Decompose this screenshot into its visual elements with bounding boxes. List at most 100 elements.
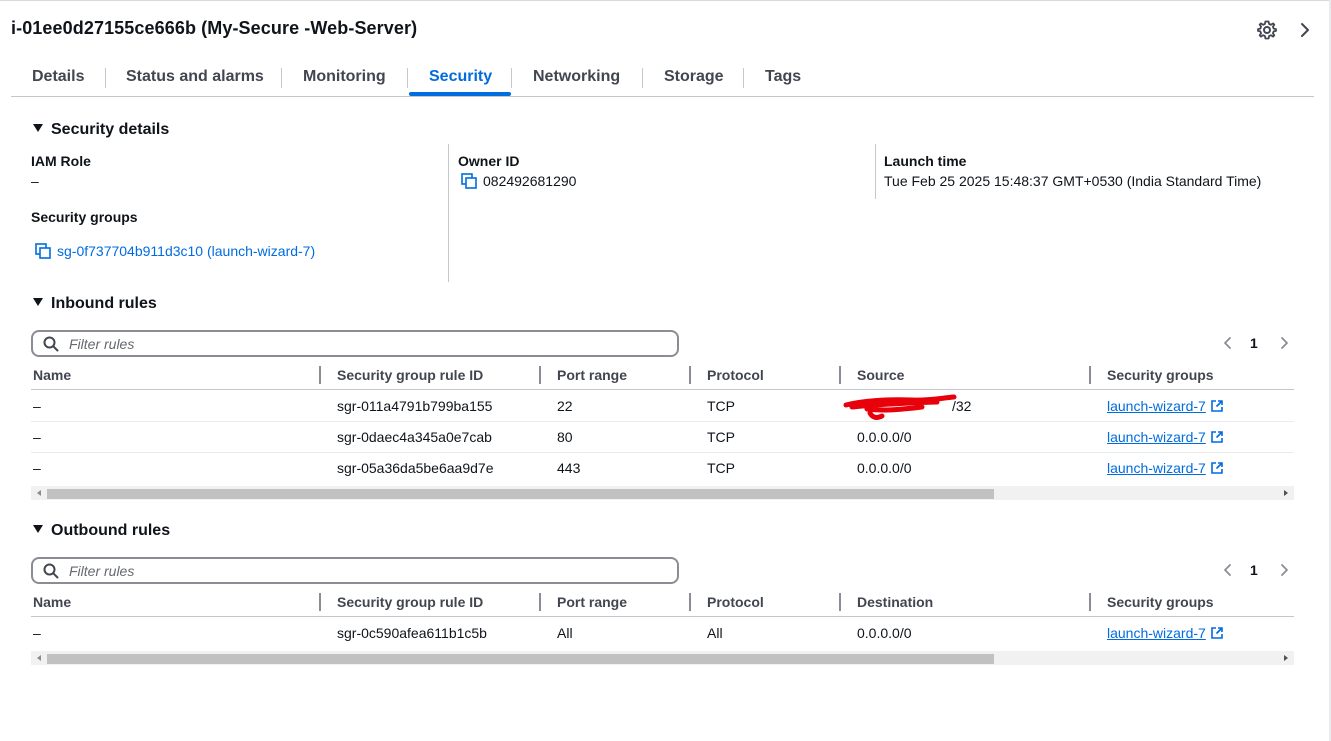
tab-divider	[743, 68, 744, 88]
chevron-right-icon[interactable]	[1295, 19, 1315, 41]
cell-source: 0.0.0.0/0	[857, 460, 912, 476]
tab-divider	[511, 68, 512, 88]
column-header-protocol[interactable]: Protocol	[707, 367, 764, 383]
tab-security[interactable]: Security	[429, 60, 492, 96]
launch-time-value: Tue Feb 25 2025 15:48:37 GMT+0530 (India…	[884, 173, 1262, 189]
owner-id-label: Owner ID	[458, 153, 520, 169]
instance-title: i-01ee0d27155ce666b (My-Secure -Web-Serv…	[11, 18, 418, 38]
caret-down-icon	[33, 525, 43, 533]
column-header-destination[interactable]: Destination	[857, 594, 933, 610]
security-group-link[interactable]: launch-wizard-7	[1107, 460, 1224, 476]
filter-placeholder: Filter rules	[69, 563, 135, 579]
chevron-right-icon[interactable]	[1277, 562, 1291, 578]
search-icon	[43, 563, 59, 579]
caret-down-icon	[33, 124, 43, 132]
outbound-horizontal-scrollbar[interactable]	[31, 651, 1294, 665]
cell-rule-id: sgr-0c590afea611b1c5b	[337, 625, 487, 641]
iam-role-value: –	[31, 173, 39, 189]
tab-divider	[105, 68, 106, 88]
column-divider	[448, 144, 449, 282]
scroll-left-arrow[interactable]	[37, 655, 41, 661]
tab-tags[interactable]: Tags	[765, 60, 801, 96]
security-group-link[interactable]: launch-wizard-7	[1107, 398, 1224, 414]
column-header-name[interactable]: Name	[33, 594, 71, 610]
filter-placeholder: Filter rules	[69, 336, 135, 352]
security-group-link-text: launch-wizard-7	[1107, 429, 1206, 445]
launch-time-label: Launch time	[884, 153, 967, 169]
column-header-name[interactable]: Name	[33, 367, 71, 383]
active-tab-indicator	[409, 92, 511, 96]
gear-icon[interactable]	[1256, 19, 1278, 41]
column-header-source[interactable]: Source	[857, 367, 904, 383]
column-resizer[interactable]	[1089, 366, 1091, 384]
external-link-icon	[1211, 431, 1223, 443]
column-resizer[interactable]	[539, 593, 541, 611]
tab-networking[interactable]: Networking	[533, 60, 620, 96]
search-icon	[43, 336, 59, 352]
column-header-security-groups[interactable]: Security groups	[1107, 594, 1214, 610]
column-resizer[interactable]	[539, 366, 541, 384]
security-group-link[interactable]: launch-wizard-7	[1107, 625, 1224, 641]
security-group-link-text: launch-wizard-7	[1107, 625, 1206, 641]
scroll-right-arrow[interactable]	[1284, 655, 1288, 661]
caret-down-icon	[33, 298, 43, 306]
column-header-security-groups[interactable]: Security groups	[1107, 367, 1214, 383]
security-details-heading[interactable]: Security details	[33, 121, 169, 139]
cell-port-range: 443	[557, 460, 581, 476]
cell-name: –	[33, 398, 41, 414]
scroll-thumb[interactable]	[47, 654, 994, 664]
tab-status-and-alarms[interactable]: Status and alarms	[126, 60, 264, 96]
security-group-link[interactable]: launch-wizard-7	[1107, 429, 1224, 445]
inbound-filter-input[interactable]: Filter rules	[31, 330, 679, 357]
tab-monitoring[interactable]: Monitoring	[303, 60, 386, 96]
cell-source: 0.0.0.0/0	[857, 429, 912, 445]
security-group-link-text: launch-wizard-7	[1107, 398, 1206, 414]
outbound-filter-input[interactable]: Filter rules	[31, 557, 679, 584]
column-resizer[interactable]	[689, 593, 691, 611]
security-details-title: Security details	[51, 121, 170, 138]
security-group-link-text: launch-wizard-7	[1107, 460, 1206, 476]
table-header-divider	[31, 389, 1294, 390]
inbound-page-number[interactable]: 1	[1250, 335, 1258, 351]
cell-name: –	[33, 429, 41, 445]
column-header-rule-id[interactable]: Security group rule ID	[337, 367, 483, 383]
tab-storage[interactable]: Storage	[664, 60, 724, 96]
outbound-page-number[interactable]: 1	[1250, 562, 1258, 578]
iam-role-label: IAM Role	[31, 153, 91, 169]
column-resizer[interactable]	[689, 366, 691, 384]
inbound-horizontal-scrollbar[interactable]	[31, 486, 1294, 500]
external-link-icon	[1211, 627, 1223, 639]
column-header-rule-id[interactable]: Security group rule ID	[337, 594, 483, 610]
tab-divider	[407, 68, 408, 88]
cell-destination: 0.0.0.0/0	[857, 625, 912, 641]
inbound-rules-title: Inbound rules	[51, 295, 157, 312]
cell-name: –	[33, 460, 41, 476]
column-resizer[interactable]	[319, 366, 321, 384]
column-header-port-range[interactable]: Port range	[557, 594, 627, 610]
security-group-link[interactable]: sg-0f737704b911d3c10 (launch-wizard-7)	[57, 243, 315, 259]
outbound-rules-heading[interactable]: Outbound rules	[33, 522, 170, 540]
copy-icon[interactable]	[461, 173, 477, 189]
chevron-right-icon[interactable]	[1277, 335, 1291, 351]
cell-protocol: TCP	[707, 429, 735, 445]
column-resizer[interactable]	[839, 593, 841, 611]
external-link-icon	[1211, 400, 1223, 412]
cell-rule-id: sgr-0daec4a345a0e7cab	[337, 429, 492, 445]
scroll-left-arrow[interactable]	[37, 490, 41, 496]
chevron-left-icon[interactable]	[1221, 562, 1235, 578]
column-resizer[interactable]	[1089, 593, 1091, 611]
column-resizer[interactable]	[319, 593, 321, 611]
column-header-protocol[interactable]: Protocol	[707, 594, 764, 610]
scroll-right-arrow[interactable]	[1284, 490, 1288, 496]
cell-protocol: TCP	[707, 398, 735, 414]
chevron-left-icon[interactable]	[1221, 335, 1235, 351]
column-header-port-range[interactable]: Port range	[557, 367, 627, 383]
column-resizer[interactable]	[839, 366, 841, 384]
tab-bar: Details Status and alarms Monitoring Sec…	[11, 60, 1314, 97]
inbound-rules-heading[interactable]: Inbound rules	[33, 295, 157, 313]
redaction-scribble	[843, 394, 957, 420]
cell-rule-id: sgr-05a36da5be6aa9d7e	[337, 460, 494, 476]
copy-icon[interactable]	[35, 243, 51, 259]
scroll-thumb[interactable]	[47, 489, 994, 499]
tab-details[interactable]: Details	[32, 60, 84, 96]
